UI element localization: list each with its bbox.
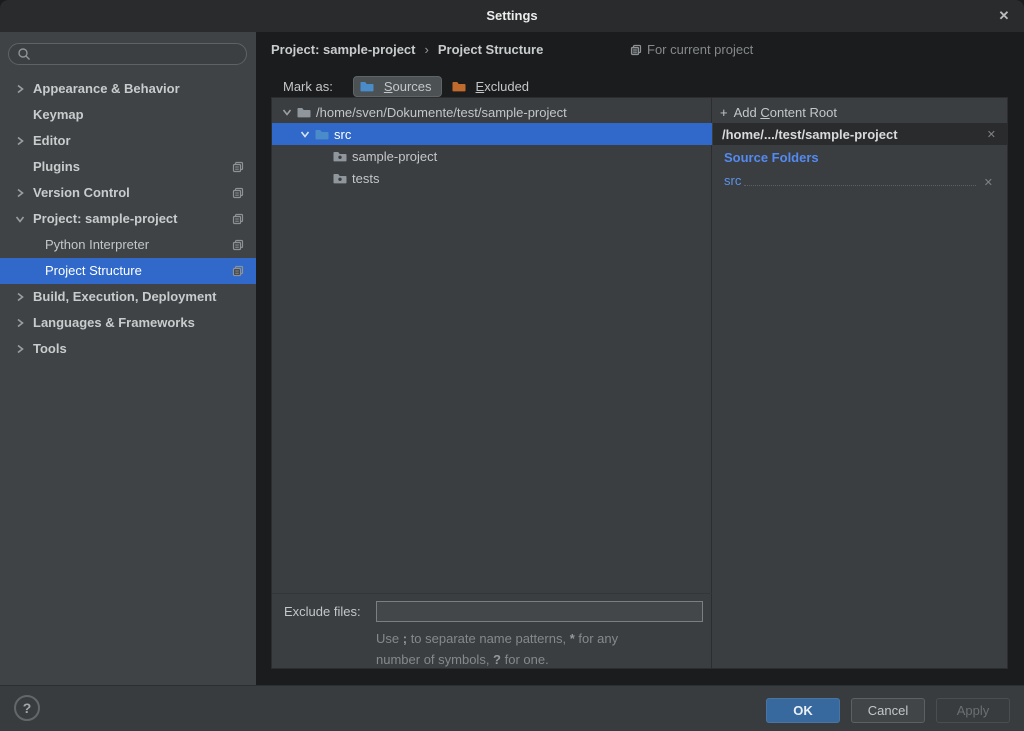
chevron-down-icon <box>14 213 26 225</box>
project-structure-panel: /home/sven/Dokumente/test/sample-project… <box>271 97 1008 669</box>
chevron-right-icon <box>14 317 26 329</box>
breadcrumb-separator: › <box>416 42 438 57</box>
excluded-folder-icon <box>452 80 466 92</box>
source-folder-icon <box>360 80 374 92</box>
close-icon[interactable]: ✕ <box>992 4 1016 28</box>
mark-sources-button[interactable]: Sources <box>353 76 442 97</box>
chevron-right-icon <box>14 135 26 147</box>
chevron-down-icon <box>299 128 311 140</box>
dialog-title: Settings <box>0 0 1024 32</box>
chevron-right-icon <box>14 83 26 95</box>
sidebar-item-build-execution-deployment[interactable]: Build, Execution, Deployment <box>0 284 256 310</box>
apply-button[interactable]: Apply <box>936 698 1010 723</box>
sidebar-item-project-structure[interactable]: Project Structure <box>0 258 256 284</box>
search-input[interactable] <box>37 47 227 61</box>
source-folders-title: Source Folders <box>724 150 819 165</box>
scope-label: For current project <box>647 40 753 60</box>
project-settings-icon <box>232 265 244 277</box>
source-folder-link[interactable]: src <box>724 172 741 190</box>
sidebar-item-project[interactable]: Project: sample-project <box>0 206 256 232</box>
settings-sidebar: Appearance & Behavior Keymap Editor Plug… <box>0 32 256 685</box>
tree-row-tests[interactable]: tests <box>272 167 712 189</box>
sidebar-item-languages-frameworks[interactable]: Languages & Frameworks <box>0 310 256 336</box>
mark-as-toolbar: Mark as: Sources Excluded <box>283 74 538 98</box>
sidebar-item-tools[interactable]: Tools <box>0 336 256 362</box>
sidebar-item-keymap[interactable]: Keymap <box>0 102 256 128</box>
source-folder-row: src ✕ <box>724 170 996 190</box>
settings-dialog: Settings ✕ Appearance & Behavior Keymap … <box>0 0 1024 731</box>
chevron-down-icon <box>281 106 293 118</box>
chevron-right-icon <box>14 291 26 303</box>
help-button[interactable]: ? <box>14 695 40 721</box>
exclude-files-label: Exclude files: <box>284 604 361 619</box>
chevron-right-icon <box>14 343 26 355</box>
content-roots-panel: +Add Content Root /home/.../test/sample-… <box>713 98 1008 668</box>
search-box[interactable] <box>8 43 247 65</box>
folder-icon <box>333 172 347 184</box>
breadcrumb-project[interactable]: Project: sample-project <box>271 42 416 57</box>
sidebar-item-python-interpreter[interactable]: Python Interpreter <box>0 232 256 258</box>
scope-indicator: For current project <box>630 40 753 60</box>
dialog-footer: ? OK Cancel Apply <box>0 685 1024 731</box>
folder-icon <box>297 106 311 118</box>
mark-excluded-button[interactable]: Excluded <box>446 77 538 96</box>
project-settings-icon <box>232 187 244 199</box>
tree-row-src[interactable]: src <box>272 123 712 145</box>
exclude-files-hint: Use ; to separate name patterns, * for a… <box>376 628 706 670</box>
title-bar: Settings ✕ <box>0 0 1024 32</box>
sidebar-item-plugins[interactable]: Plugins <box>0 154 256 180</box>
tree-row-sample-project[interactable]: sample-project <box>272 145 712 167</box>
remove-source-folder-icon[interactable]: ✕ <box>981 176 996 189</box>
ok-button[interactable]: OK <box>766 698 840 723</box>
exclude-separator <box>272 593 712 594</box>
breadcrumb: Project: sample-project›Project Structur… <box>271 40 543 60</box>
plus-icon: + <box>720 105 728 120</box>
source-folder-icon <box>315 128 329 140</box>
sidebar-item-editor[interactable]: Editor <box>0 128 256 154</box>
breadcrumb-page: Project Structure <box>438 42 543 57</box>
project-settings-icon <box>630 44 642 56</box>
sidebar-items: Appearance & Behavior Keymap Editor Plug… <box>0 76 256 362</box>
content-root-path: /home/.../test/sample-project <box>722 127 984 142</box>
chevron-right-icon <box>14 187 26 199</box>
search-icon <box>17 47 31 61</box>
content-tree: /home/sven/Dokumente/test/sample-project… <box>272 98 712 668</box>
add-content-root-button[interactable]: +Add Content Root <box>720 103 837 123</box>
content-root-row[interactable]: /home/.../test/sample-project ✕ <box>713 123 1008 145</box>
sidebar-item-version-control[interactable]: Version Control <box>0 180 256 206</box>
tree-row-content-root[interactable]: /home/sven/Dokumente/test/sample-project <box>272 101 712 123</box>
exclude-files-input[interactable] <box>376 601 703 622</box>
mark-as-label: Mark as: <box>283 79 333 94</box>
remove-content-root-icon[interactable]: ✕ <box>984 128 999 141</box>
project-settings-icon <box>232 161 244 173</box>
cancel-button[interactable]: Cancel <box>851 698 925 723</box>
project-settings-icon <box>232 239 244 251</box>
folder-icon <box>333 150 347 162</box>
dotted-leader <box>744 185 975 186</box>
sidebar-item-appearance-behavior[interactable]: Appearance & Behavior <box>0 76 256 102</box>
project-settings-icon <box>232 213 244 225</box>
